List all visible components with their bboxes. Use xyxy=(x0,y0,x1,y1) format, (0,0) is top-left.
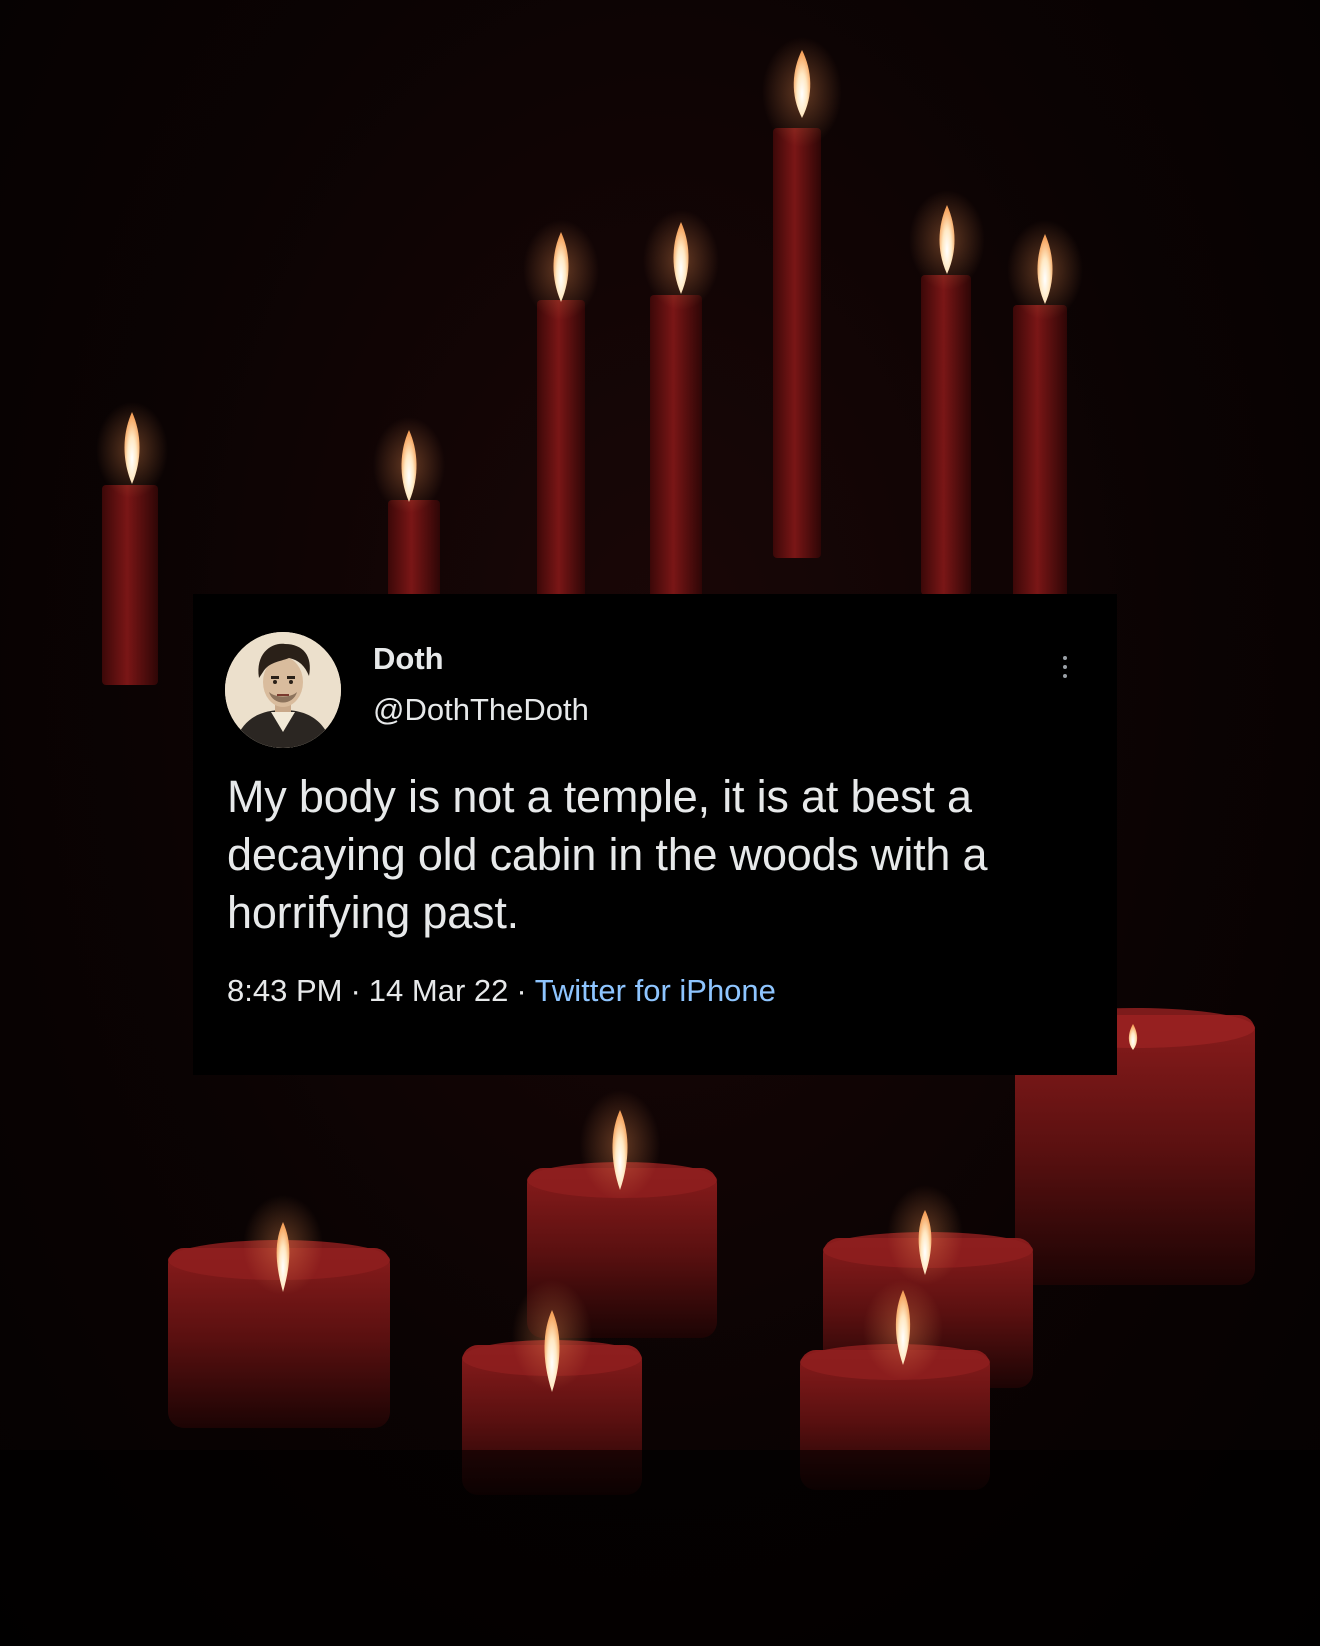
more-options-icon xyxy=(1063,665,1067,669)
bottom-shadow xyxy=(0,1450,1320,1646)
tweet-card[interactable]: Doth @DothTheDoth My body is not a templ… xyxy=(193,594,1117,1075)
tweet-metadata: 8:43 PM · 14 Mar 22 · Twitter for iPhone xyxy=(227,971,776,1011)
tweet-source-link[interactable]: Twitter for iPhone xyxy=(535,973,776,1008)
separator: · xyxy=(350,973,361,1008)
avatar[interactable] xyxy=(225,632,341,748)
more-options-icon xyxy=(1063,674,1067,678)
user-handle[interactable]: @DothTheDoth xyxy=(373,692,589,728)
tweet-text: My body is not a temple, it is at best a… xyxy=(227,771,988,938)
tweet-date[interactable]: 14 Mar 22 xyxy=(369,973,509,1008)
portrait-avatar-icon xyxy=(225,632,341,748)
more-options-button[interactable] xyxy=(1053,644,1077,690)
more-options-icon xyxy=(1063,656,1067,660)
tweet-time[interactable]: 8:43 PM xyxy=(227,973,342,1008)
pillar-candles xyxy=(168,1008,1255,1495)
display-name[interactable]: Doth xyxy=(373,641,444,677)
separator: · xyxy=(516,973,527,1008)
taper-candles xyxy=(96,37,1083,685)
